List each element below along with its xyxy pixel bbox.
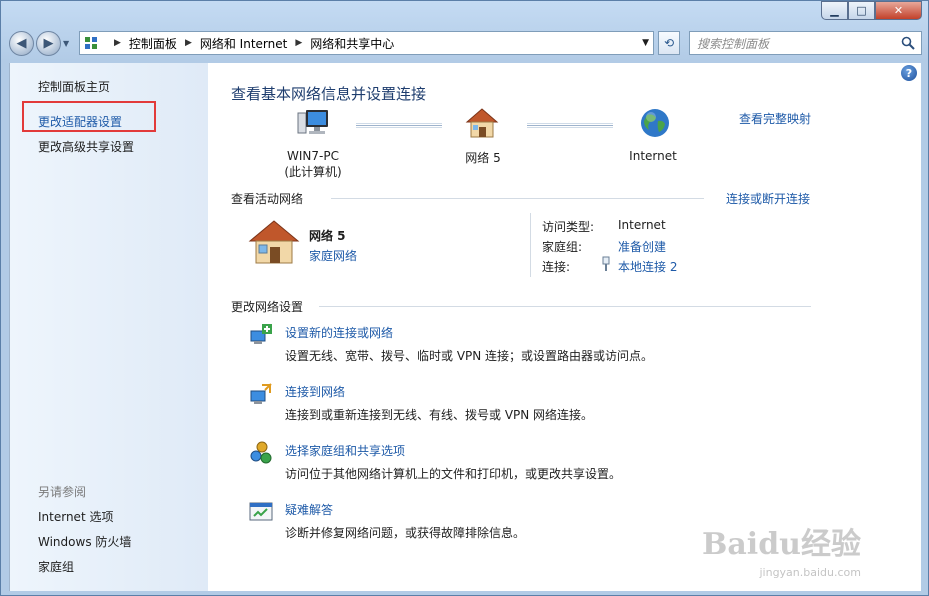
computer-name-label: WIN7-PC bbox=[287, 149, 339, 163]
network-house-icon bbox=[465, 108, 499, 138]
setup-new-connection-link[interactable]: 设置新的连接或网络 bbox=[285, 324, 393, 341]
network-name-label: 网络 5 bbox=[465, 151, 501, 165]
baidu-watermark-url: jingyan.baidu.com bbox=[759, 566, 861, 579]
active-network-divider bbox=[530, 213, 531, 277]
connect-to-network-desc: 连接到或重新连接到无线、有线、拨号或 VPN 网络连接。 bbox=[285, 408, 594, 422]
local-connection-link[interactable]: 本地连接 2 bbox=[618, 258, 677, 275]
change-advanced-sharing-link[interactable]: 更改高级共享设置 bbox=[38, 138, 134, 155]
connect-to-network-link[interactable]: 连接到网络 bbox=[285, 383, 345, 400]
computer-sub-label: (此计算机) bbox=[284, 165, 342, 179]
breadcrumb-control-panel[interactable]: 控制面板 ▶ bbox=[129, 35, 200, 52]
troubleshoot-link[interactable]: 疑难解答 bbox=[285, 501, 333, 518]
internet-label: Internet bbox=[629, 149, 677, 163]
address-dropdown-icon[interactable]: ▼ bbox=[642, 38, 649, 48]
network-type-link[interactable]: 家庭网络 bbox=[309, 247, 357, 264]
homegroup-sharing-link[interactable]: 选择家庭组和共享选项 bbox=[285, 442, 405, 459]
active-network-house-icon bbox=[248, 220, 300, 264]
address-bar[interactable]: ▶ 控制面板 ▶ 网络和 Internet ▶ 网络和共享中心 ▼ bbox=[79, 31, 654, 55]
connect-network-icon bbox=[250, 383, 272, 404]
search-placeholder: 搜索控制面板 bbox=[697, 36, 770, 51]
windows-firewall-link[interactable]: Windows 防火墙 bbox=[38, 533, 131, 550]
minimize-button[interactable]: ▁ bbox=[821, 1, 848, 20]
homegroup-link[interactable]: 家庭组 bbox=[38, 558, 74, 575]
homegroup-status-link[interactable]: 准备创建 bbox=[618, 238, 666, 255]
see-also-heading: 另请参阅 bbox=[38, 485, 87, 499]
refresh-button[interactable]: ⟲ bbox=[658, 31, 680, 55]
active-networks-rule bbox=[331, 198, 704, 199]
map-connector-1 bbox=[356, 123, 442, 128]
access-type-value: Internet bbox=[618, 218, 666, 232]
back-arrow-icon: ◀ bbox=[16, 35, 27, 51]
left-task-pane: 控制面板主页 更改适配器设置 更改高级共享设置 另请参阅 Internet 选项… bbox=[9, 63, 208, 591]
access-type-label: 访问类型: bbox=[542, 220, 595, 234]
map-connector-2 bbox=[527, 123, 613, 128]
search-input[interactable]: 搜索控制面板 bbox=[689, 31, 922, 55]
homegroup-sharing-desc: 访问位于其他网络计算机上的文件和打印机，或更改共享设置。 bbox=[285, 467, 622, 481]
view-full-map-link[interactable]: 查看完整映射 bbox=[739, 110, 811, 127]
forward-button[interactable]: ▶ bbox=[36, 30, 61, 56]
navigation-bar: ◀ ▶ ▼ ▶ 控制面板 ▶ 网络和 Internet ▶ 网络和共享中心 ▼ ⟲ … bbox=[9, 29, 922, 57]
window-controls: ▁ □ ✕ bbox=[821, 1, 922, 20]
main-content: ? 查看基本网络信息并设置连接 查看完整映射 WIN7-PC (此计算机) 网络… bbox=[208, 63, 921, 591]
forward-arrow-icon: ▶ bbox=[43, 35, 54, 51]
homegroup-icon bbox=[250, 441, 272, 464]
ethernet-icon bbox=[602, 256, 610, 271]
map-internet-node[interactable]: Internet bbox=[623, 149, 683, 163]
breadcrumb-separator[interactable]: ▶ bbox=[106, 38, 129, 48]
homegroup-label: 家庭组: bbox=[542, 240, 583, 254]
troubleshoot-icon bbox=[249, 502, 273, 521]
baidu-watermark: Baidu经验 bbox=[702, 527, 861, 562]
computer-icon bbox=[297, 110, 328, 134]
control-panel-home-link[interactable]: 控制面板主页 bbox=[38, 78, 110, 95]
refresh-icon: ⟲ bbox=[663, 36, 675, 50]
change-adapter-settings-link[interactable]: 更改适配器设置 bbox=[38, 113, 122, 130]
internet-options-link[interactable]: Internet 选项 bbox=[38, 508, 113, 525]
breadcrumb-network-internet[interactable]: 网络和 Internet ▶ bbox=[200, 35, 310, 52]
connection-label: 连接: bbox=[542, 260, 571, 274]
back-button[interactable]: ◀ bbox=[9, 30, 34, 56]
setup-new-connection-desc: 设置无线、宽带、拨号、临时或 VPN 连接；或设置路由器或访问点。 bbox=[285, 349, 654, 363]
close-button[interactable]: ✕ bbox=[875, 1, 922, 20]
change-settings-rule bbox=[319, 306, 811, 307]
active-network-name: 网络 5 bbox=[309, 229, 346, 243]
recent-pages-dropdown[interactable]: ▼ bbox=[63, 39, 73, 48]
search-icon[interactable] bbox=[901, 36, 915, 50]
page-title: 查看基本网络信息并设置连接 bbox=[231, 85, 427, 103]
new-connection-icon bbox=[250, 324, 272, 344]
map-computer-node[interactable]: WIN7-PC (此计算机) bbox=[278, 149, 348, 180]
connect-disconnect-link[interactable]: 连接或断开连接 bbox=[726, 190, 810, 207]
maximize-button[interactable]: □ bbox=[848, 1, 875, 20]
window: ▁ □ ✕ ◀ ▶ ▼ ▶ 控制面板 ▶ 网络和 Internet ▶ 网络和共享中… bbox=[0, 0, 929, 596]
troubleshoot-desc: 诊断并修复网络问题，或获得故障排除信息。 bbox=[285, 526, 526, 540]
internet-globe-icon bbox=[641, 109, 669, 137]
map-network-node[interactable]: 网络 5 bbox=[453, 149, 513, 166]
help-icon[interactable]: ? bbox=[901, 65, 917, 81]
change-settings-heading: 更改网络设置 bbox=[231, 300, 304, 314]
active-networks-heading: 查看活动网络 bbox=[231, 192, 304, 206]
breadcrumb-network-sharing-center[interactable]: 网络和共享中心 bbox=[310, 35, 394, 52]
control-panel-icon bbox=[85, 37, 97, 49]
